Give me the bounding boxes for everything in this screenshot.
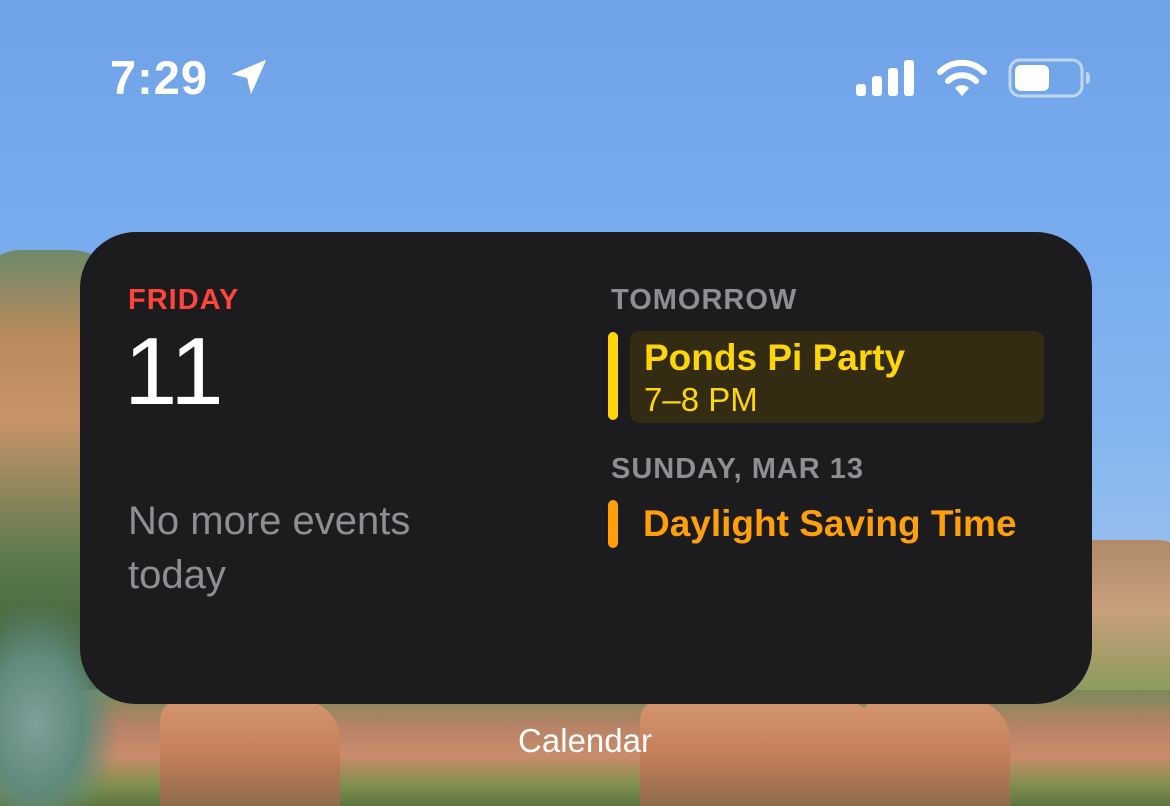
today-day-number: 11 [124,318,224,425]
event-time: 7–8 PM [644,381,758,418]
event-ponds-pi-party[interactable]: Ponds Pi Party 7–8 PM [630,331,1044,423]
section-label-tomorrow: TOMORROW [611,284,798,316]
location-arrow-icon [231,59,267,95]
event-daylight-saving-time[interactable]: Daylight Saving Time [643,503,1017,545]
no-events-message: No more events today [128,499,411,597]
wifi-icon [937,59,987,96]
today-weekday: FRIDAY [128,284,240,316]
section-label-sunday: SUNDAY, MAR 13 [611,453,865,485]
status-time: 7:29 [110,51,209,104]
cellular-signal-icon [856,60,914,96]
calendar-widget[interactable]: FRIDAY 11 No more events today TOMORROW … [80,232,1092,704]
event-title: Ponds Pi Party [644,337,906,378]
widget-caption: Calendar [518,722,652,759]
battery-icon [1008,58,1090,98]
event-color-bar [608,500,618,548]
event-color-bar [608,332,618,420]
